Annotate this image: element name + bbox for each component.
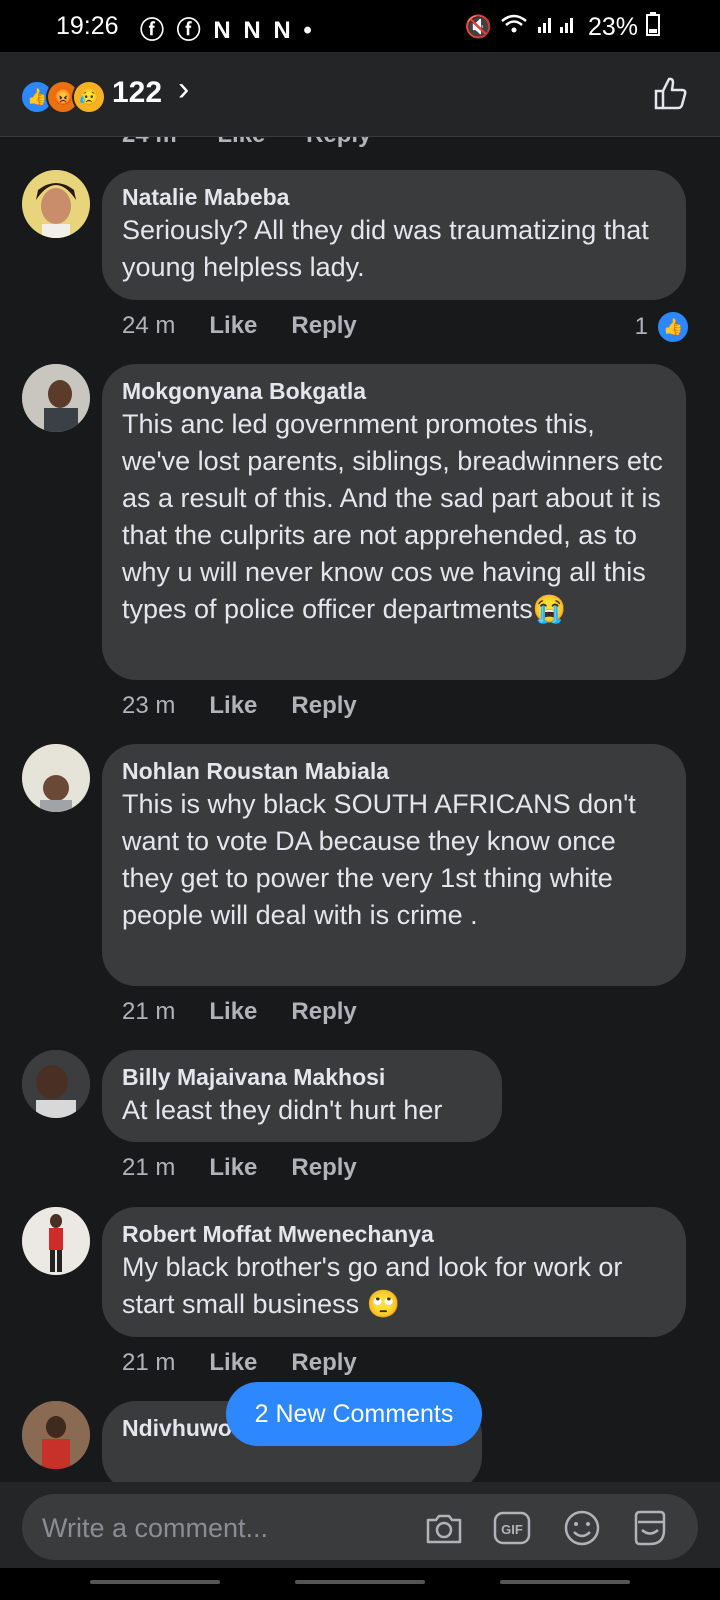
partial-comment-meta: 24 m Like Reply bbox=[122, 137, 405, 149]
comment-actions: 21 m Like Reply bbox=[122, 1349, 357, 1377]
comment-author[interactable]: Mokgonyana Bokgatla bbox=[122, 376, 666, 406]
comment-time: 21 m bbox=[122, 1154, 176, 1181]
comment-text: At least they didn't hurt her bbox=[122, 1095, 443, 1125]
avatar[interactable] bbox=[22, 364, 90, 432]
comment-time: 24 m bbox=[122, 137, 177, 148]
comment-time: 23 m bbox=[122, 692, 176, 719]
comment-bubble[interactable]: Nohlan Roustan Mabiala This is why black… bbox=[102, 744, 686, 986]
comment-actions: 21 m Like Reply bbox=[122, 998, 357, 1026]
gesture-pill[interactable] bbox=[500, 1580, 630, 1584]
like-link[interactable]: Like bbox=[217, 137, 265, 148]
comment-input[interactable] bbox=[40, 1494, 424, 1562]
comment-actions: 21 m Like Reply bbox=[122, 1154, 357, 1182]
reply-link[interactable]: Reply bbox=[291, 1349, 356, 1377]
new-comments-button[interactable]: 2 New Comments bbox=[226, 1382, 482, 1446]
like-link[interactable]: Like bbox=[209, 692, 257, 720]
like-link[interactable]: Like bbox=[209, 1349, 257, 1377]
comment-text: This anc led government promotes this, w… bbox=[122, 409, 663, 624]
avatar[interactable] bbox=[22, 1207, 90, 1275]
comment-author[interactable]: Billy Majaivana Makhosi bbox=[122, 1062, 482, 1092]
avatar[interactable] bbox=[22, 1050, 90, 1118]
comment-text: Seriously? All they did was traumatizing… bbox=[122, 215, 649, 282]
emoji-icon[interactable] bbox=[562, 1508, 602, 1548]
comment-reactions[interactable]: 1 👍 bbox=[635, 310, 690, 344]
like-link[interactable]: Like bbox=[209, 998, 257, 1026]
comment-actions: 24 m Like Reply bbox=[122, 312, 357, 340]
status-time: 19:26 bbox=[56, 12, 119, 40]
comment-bubble[interactable]: Natalie Mabeba Seriously? All they did w… bbox=[102, 170, 686, 300]
battery-icon bbox=[646, 12, 660, 42]
comment-time: 21 m bbox=[122, 998, 176, 1025]
reactions-header[interactable]: 👍 😡 😥 122 › bbox=[0, 52, 720, 137]
sad-icon: 😥 bbox=[72, 80, 106, 114]
gesture-pill[interactable] bbox=[90, 1580, 220, 1584]
chevron-right-icon[interactable]: › bbox=[178, 70, 189, 109]
gif-icon[interactable]: GIF bbox=[492, 1508, 532, 1548]
comment-bubble[interactable]: Robert Moffat Mwenechanya My black broth… bbox=[102, 1207, 686, 1337]
comment-composer[interactable]: GIF bbox=[22, 1494, 698, 1562]
camera-icon[interactable] bbox=[424, 1508, 464, 1548]
comment-actions: 23 m Like Reply bbox=[122, 692, 357, 720]
sticker-icon[interactable] bbox=[630, 1508, 670, 1548]
reaction-summary-icons[interactable]: 👍 😡 😥 bbox=[20, 80, 106, 114]
comment-reaction-count: 1 bbox=[634, 313, 648, 340]
battery-percent: 23% bbox=[587, 12, 638, 41]
avatar[interactable] bbox=[22, 744, 90, 812]
like-icon: 👍 bbox=[656, 310, 690, 344]
mute-icon: 🔇 bbox=[464, 14, 492, 39]
notification-icons: ⓕ ⓕ N N N • bbox=[140, 17, 315, 44]
comment-author[interactable]: Nohlan Roustan Mabiala bbox=[122, 756, 666, 786]
status-right: 🔇 23% bbox=[465, 12, 660, 42]
comment-author[interactable]: Robert Moffat Mwenechanya bbox=[122, 1219, 666, 1249]
like-button[interactable] bbox=[652, 74, 690, 112]
navigation-gesture-bar bbox=[0, 1568, 720, 1600]
comment-time: 24 m bbox=[122, 312, 176, 339]
comment-time: 21 m bbox=[122, 1349, 176, 1376]
comment-author[interactable]: Natalie Mabeba bbox=[122, 182, 666, 212]
reply-link[interactable]: Reply bbox=[291, 312, 356, 340]
like-link[interactable]: Like bbox=[209, 1154, 257, 1182]
like-link[interactable]: Like bbox=[209, 312, 257, 340]
status-bar: 19:26 ⓕ ⓕ N N N • 🔇 23% bbox=[0, 0, 720, 52]
comment-list[interactable]: 24 m Like Reply Natalie Mabeba Seriously… bbox=[0, 137, 720, 1482]
comment-text: My black brother's go and look for work … bbox=[122, 1252, 623, 1319]
gesture-pill[interactable] bbox=[295, 1580, 425, 1584]
signal-icon bbox=[536, 13, 580, 41]
comment-bubble[interactable]: Billy Majaivana Makhosi At least they di… bbox=[102, 1050, 502, 1142]
reply-link[interactable]: Reply bbox=[291, 998, 356, 1026]
avatar[interactable] bbox=[22, 170, 90, 238]
reply-link[interactable]: Reply bbox=[291, 1154, 356, 1182]
svg-text:GIF: GIF bbox=[501, 1522, 523, 1537]
avatar[interactable] bbox=[22, 1401, 90, 1469]
comment-bubble[interactable]: Mokgonyana Bokgatla This anc led governm… bbox=[102, 364, 686, 680]
wifi-icon bbox=[500, 13, 528, 41]
reply-link[interactable]: Reply bbox=[306, 137, 371, 148]
comment-composer-bar: GIF bbox=[0, 1482, 720, 1568]
reply-link[interactable]: Reply bbox=[291, 692, 356, 720]
reaction-count[interactable]: 122 bbox=[112, 76, 162, 110]
comment-text: This is why black SOUTH AFRICANS don't w… bbox=[122, 789, 636, 930]
